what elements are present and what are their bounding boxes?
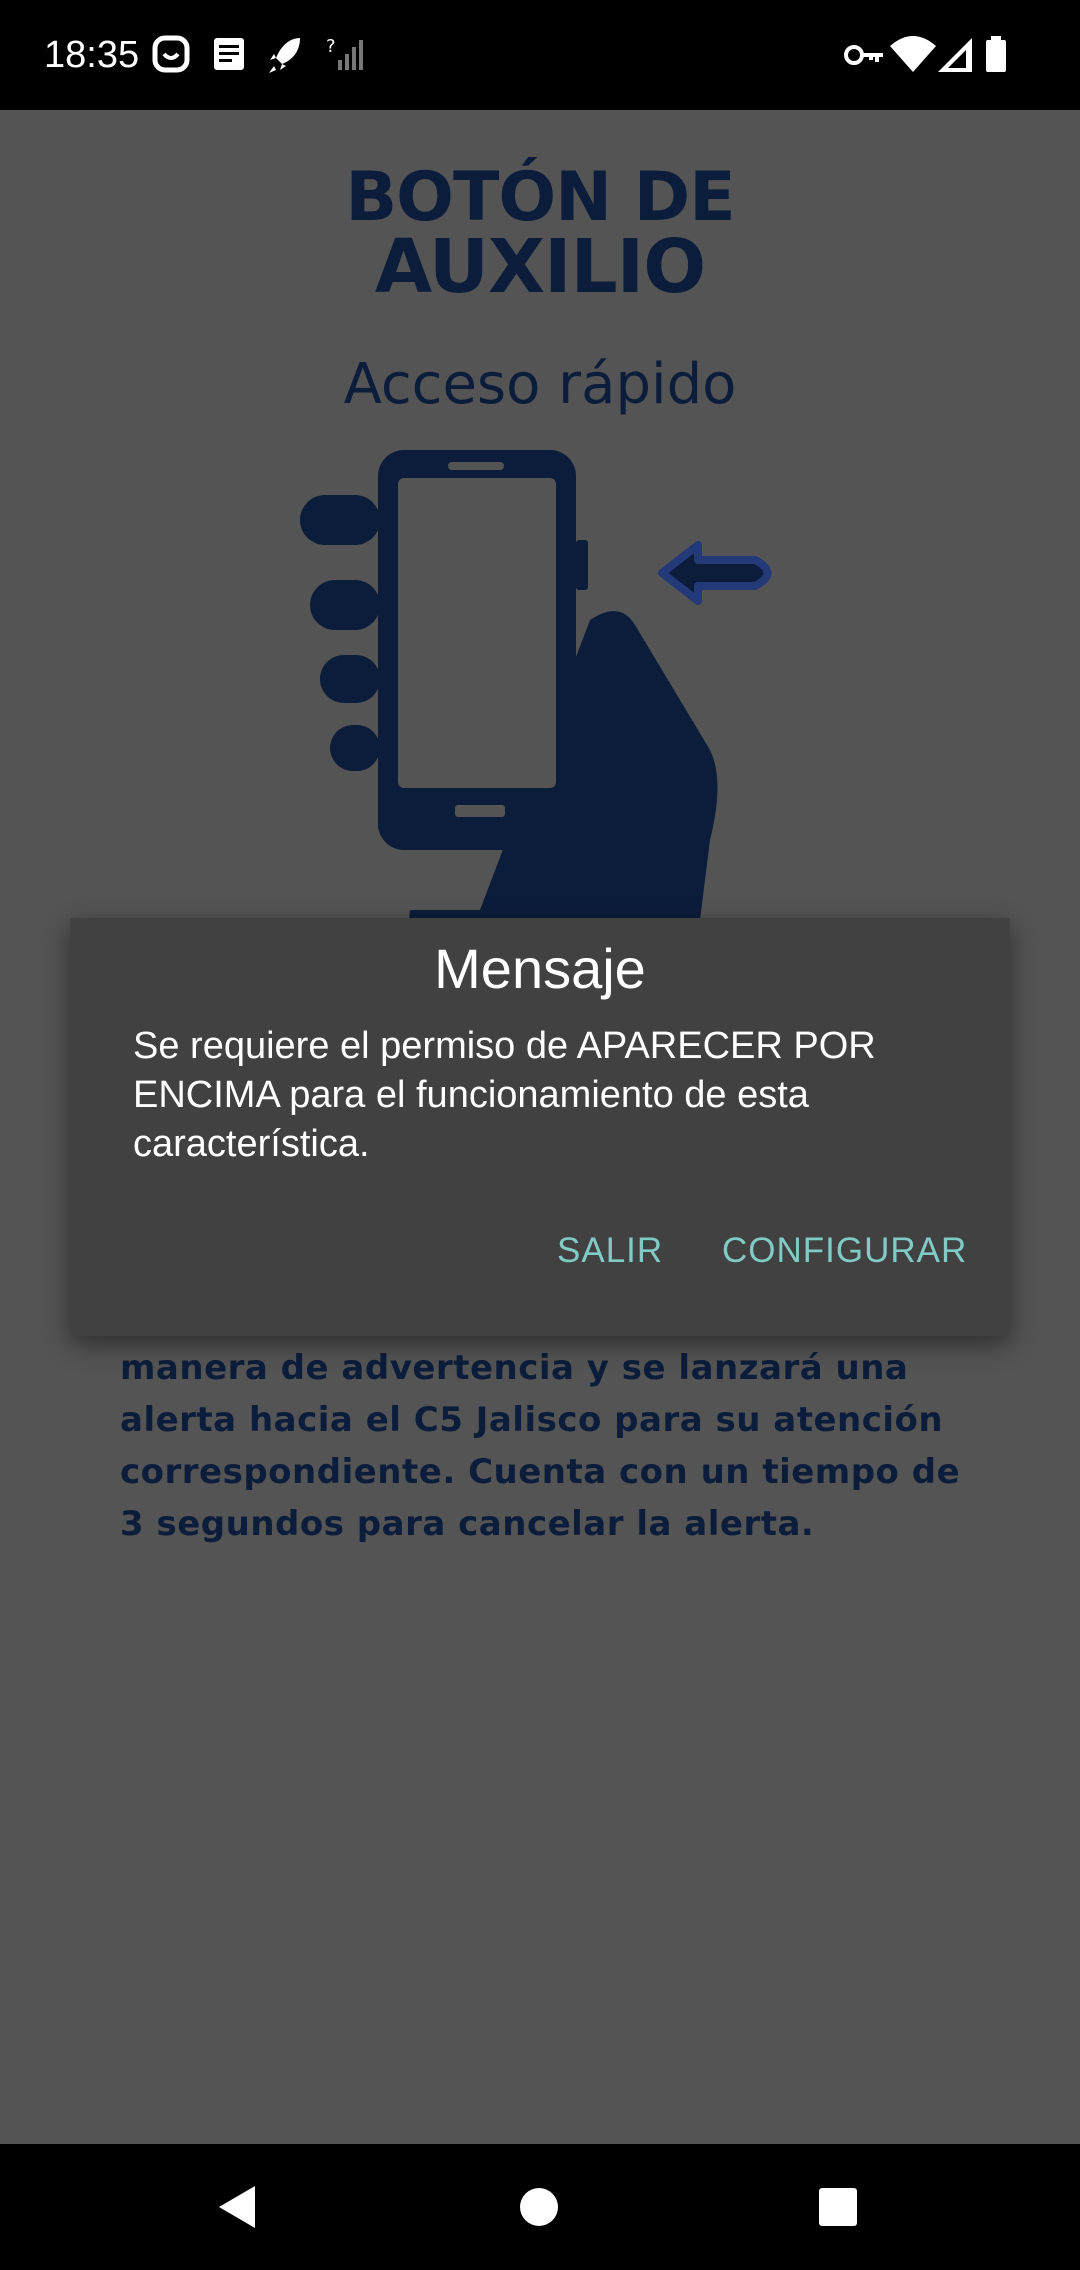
home-icon[interactable] [504,2172,574,2242]
app-title: BOTÓN DE AUXILIO [0,158,1080,310]
status-bar: 18:35 ? [0,0,1080,110]
status-time: 18:35 [44,34,140,76]
description-line: correspondiente. Cuenta con un tiempo de [120,1452,961,1492]
app-title-line2: AUXILIO [374,224,706,310]
app-subtitle: Acceso rápido [343,352,737,417]
recents-icon[interactable] [803,2172,873,2242]
cell-signal-icon [934,30,978,80]
dialog-title: Mensaje [434,937,646,1000]
back-icon[interactable] [203,2172,273,2242]
exit-button[interactable]: SALIR [557,1226,663,1276]
dialog-message: Se requiere el permiso de APARECER POR E… [133,1025,876,1165]
feature-description: manera de advertencia y se lanzará una a… [120,1342,980,1550]
svg-text:?: ? [326,36,336,57]
document-icon [208,30,252,80]
battery-icon [978,30,1014,80]
app-title-line1: BOTÓN DE [345,158,735,237]
notification-face-icon [150,30,194,80]
description-line: alerta hacia el C5 Jalisco para su atenc… [120,1400,944,1440]
description-line: 3 segundos para cancelar la alerta. [120,1504,815,1544]
navigation-bar [0,2144,1080,2270]
permission-dialog: Mensaje Se requiere el permiso de APAREC… [70,918,1010,1336]
vpn-key-icon [842,30,886,80]
description-line: manera de advertencia y se lanzará una [120,1348,909,1388]
rocket-icon [264,30,308,80]
wifi-icon [888,30,938,80]
signal-unknown-icon: ? [324,30,368,80]
configure-button[interactable]: CONFIGURAR [722,1226,967,1276]
